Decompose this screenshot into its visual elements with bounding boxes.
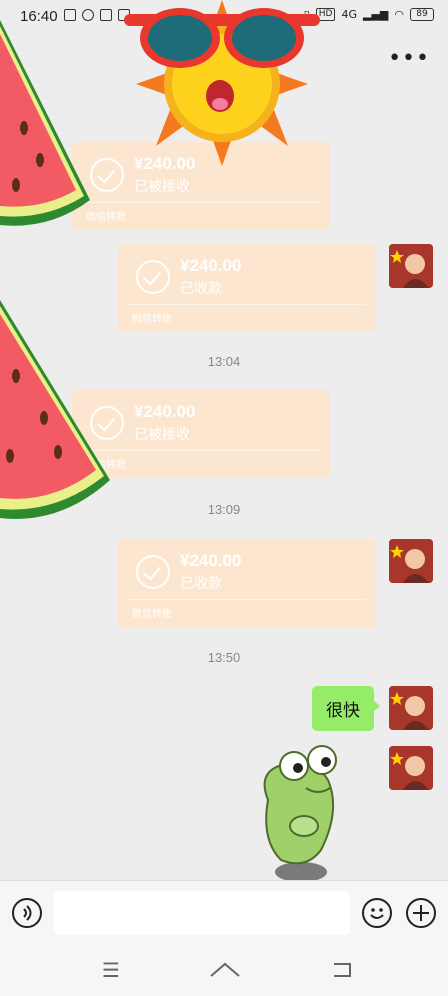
sun-sticker (124, 0, 320, 166)
voice-icon[interactable] (12, 898, 42, 928)
transfer-amount: ¥240.00 (134, 402, 196, 421)
back-nav-icon[interactable] (330, 960, 354, 980)
watermelon-decoration (0, 20, 90, 226)
transfer-status: 已被接收 (134, 179, 190, 195)
emoji-glyph (370, 908, 384, 919)
check-icon (136, 555, 170, 589)
divider (82, 450, 320, 451)
menu-icon[interactable]: ☰ (102, 958, 120, 982)
avatar[interactable] (389, 686, 433, 730)
voice-glyph (23, 905, 32, 921)
transfer-label: 微信转账 (132, 609, 172, 620)
transfer-status: 已被接收 (134, 427, 190, 443)
input-bar (0, 880, 448, 945)
transfer-label: 微信转账 (132, 314, 172, 325)
avatar-image (389, 539, 433, 583)
divider (82, 202, 320, 203)
more-icon[interactable]: ••• (388, 46, 430, 71)
add-glyph (413, 905, 429, 921)
transfer-card[interactable]: ¥240.00 已收款 微信转账 (118, 244, 376, 332)
transfer-amount: ¥240.00 (180, 551, 242, 570)
signal-icon: ▂▄▆ (363, 8, 389, 21)
avatar[interactable] (389, 244, 433, 288)
timestamp: 13:50 (207, 650, 241, 665)
transfer-amount: ¥240.00 (180, 256, 242, 275)
message-bubble[interactable]: 很快 (312, 686, 380, 731)
network-label: 4G (341, 8, 357, 21)
avatar[interactable] (389, 539, 433, 583)
add-icon[interactable] (406, 898, 436, 928)
avatar-image (389, 686, 433, 730)
transfer-card[interactable]: ¥240.00 已收款 微信转账 (118, 539, 376, 627)
divider (128, 599, 366, 600)
avatar[interactable] (389, 746, 433, 790)
watermelon-decoration (0, 300, 110, 519)
divider (128, 304, 366, 305)
frog-sticker[interactable] (246, 730, 356, 880)
transfer-status: 已收款 (180, 576, 222, 592)
battery-icon: 89 (410, 8, 434, 21)
transfer-status: 已收款 (180, 281, 222, 297)
home-icon[interactable] (210, 960, 240, 980)
system-nav-bar: ☰ (0, 944, 448, 996)
check-icon (136, 260, 170, 294)
emoji-icon[interactable] (362, 898, 392, 928)
wifi-icon: ◠ (394, 8, 404, 21)
avatar-image (389, 244, 433, 288)
message-input[interactable] (54, 891, 350, 935)
avatar-image (389, 746, 433, 790)
